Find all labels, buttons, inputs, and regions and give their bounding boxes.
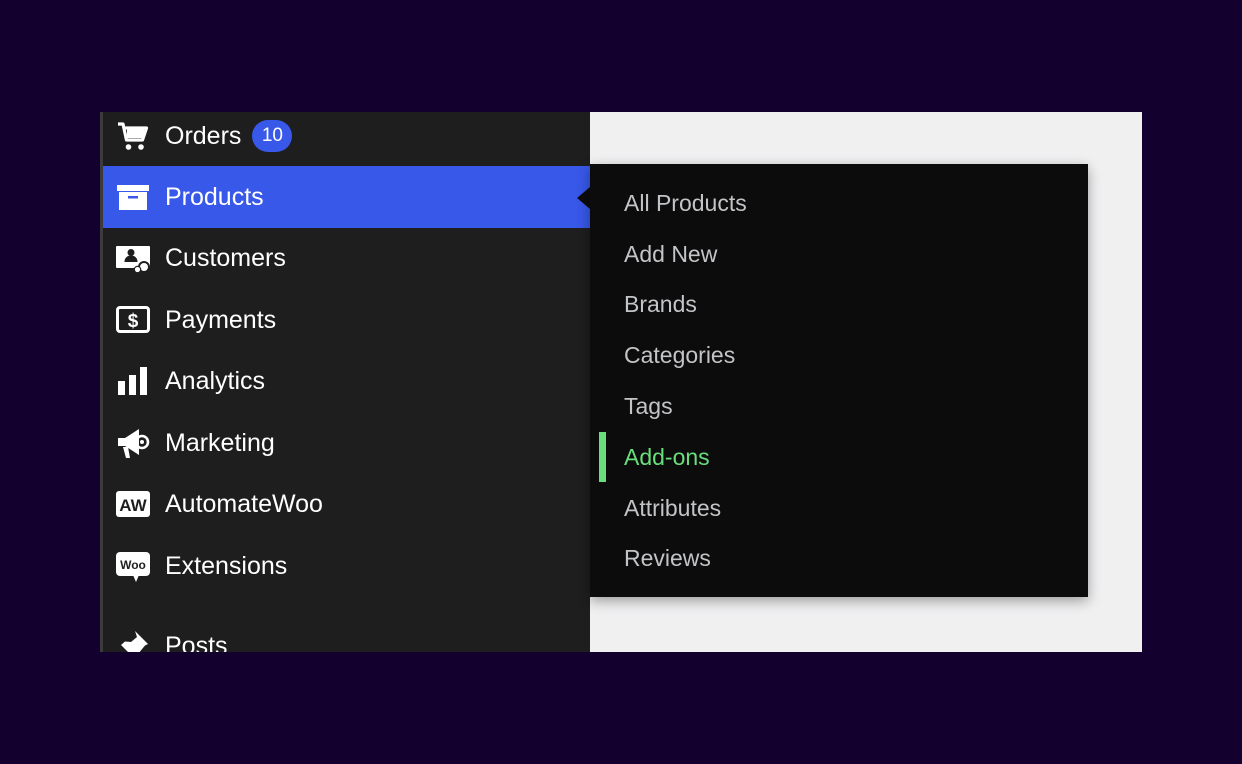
admin-frame: Orders 10 Products Customers $ Payments (100, 112, 1142, 652)
submenu-item-all-products[interactable]: All Products (590, 178, 1088, 229)
submenu-item-add-ons[interactable]: Add-ons (590, 432, 1088, 483)
sidebar-item-extensions[interactable]: Woo Extensions (103, 535, 593, 597)
submenu-item-tags[interactable]: Tags (590, 381, 1088, 432)
bar-chart-icon (115, 363, 151, 399)
submenu-item-categories[interactable]: Categories (590, 330, 1088, 381)
sidebar-item-posts[interactable]: Posts (103, 615, 593, 652)
sidebar-item-automatewoo[interactable]: AW AutomateWoo (103, 473, 593, 535)
svg-text:Woo: Woo (120, 558, 146, 572)
sidebar-item-label: Customers (165, 243, 286, 272)
sidebar-item-payments[interactable]: $ Payments (103, 289, 593, 351)
sidebar-item-label: Payments (165, 305, 277, 334)
customers-icon (115, 240, 151, 276)
sidebar-item-customers[interactable]: Customers (103, 227, 593, 289)
sidebar-item-orders[interactable]: Orders 10 (103, 112, 593, 167)
orders-count-badge: 10 (252, 120, 293, 152)
submenu-item-add-new[interactable]: Add New (590, 229, 1088, 280)
archive-box-icon (115, 179, 151, 215)
svg-text:$: $ (128, 311, 139, 332)
submenu-item-attributes[interactable]: Attributes (590, 483, 1088, 534)
sidebar-item-label: Products (165, 182, 264, 211)
cart-icon (115, 118, 151, 154)
sidebar-item-label: Marketing (165, 428, 275, 457)
submenu-item-reviews[interactable]: Reviews (590, 533, 1088, 584)
pushpin-icon (115, 628, 151, 652)
svg-text:AW: AW (119, 496, 147, 515)
woo-icon: Woo (115, 548, 151, 584)
dollar-icon: $ (115, 302, 151, 338)
sidebar-item-label: Analytics (165, 366, 266, 395)
sidebar-item-marketing[interactable]: Marketing (103, 412, 593, 474)
submenu-item-brands[interactable]: Brands (590, 279, 1088, 330)
automatewoo-icon: AW (115, 486, 151, 522)
sidebar-item-label: Orders (165, 121, 242, 150)
admin-sidebar: Orders 10 Products Customers $ Payments (100, 112, 593, 652)
products-submenu: All Products Add New Brands Categories T… (590, 164, 1088, 597)
sidebar-item-analytics[interactable]: Analytics (103, 350, 593, 412)
sidebar-item-label: Extensions (165, 551, 288, 580)
sidebar-item-label: AutomateWoo (165, 489, 323, 518)
sidebar-item-products[interactable]: Products (103, 166, 593, 228)
sidebar-item-label: Posts (165, 631, 228, 653)
megaphone-icon (115, 425, 151, 461)
submenu-pointer (577, 187, 590, 209)
